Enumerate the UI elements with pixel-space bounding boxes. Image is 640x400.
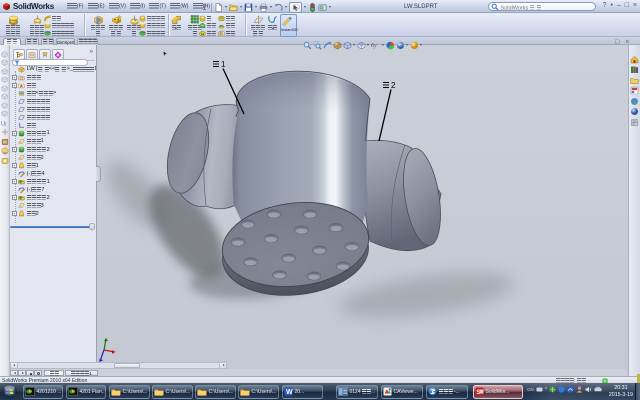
svg-text:f: f bbox=[4, 122, 6, 127]
svg-text:W: W bbox=[286, 389, 293, 396]
svg-text:A: A bbox=[20, 83, 23, 88]
svg-text:6y: 6y bbox=[371, 43, 377, 49]
